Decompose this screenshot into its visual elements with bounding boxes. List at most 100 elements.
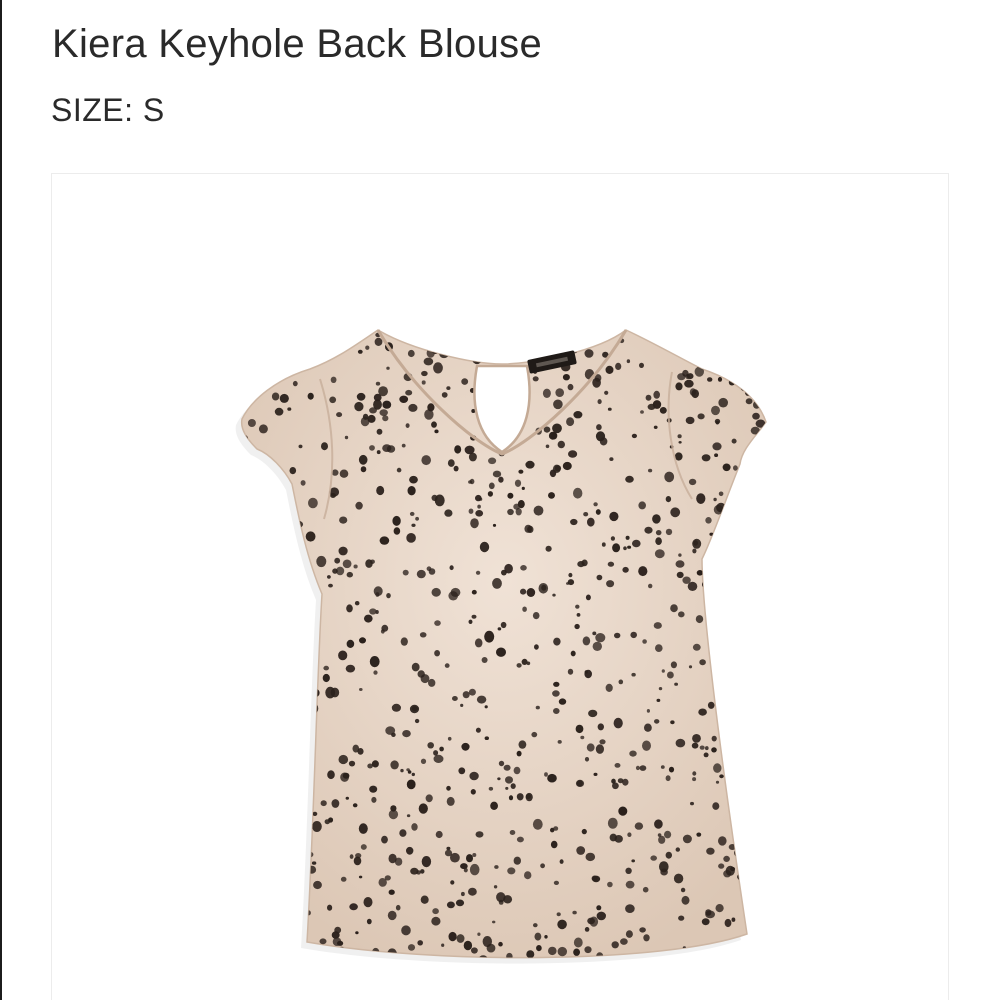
polka-dot	[481, 657, 488, 663]
polka-dot	[712, 442, 722, 451]
polka-dot	[718, 397, 728, 408]
polka-dot	[743, 461, 751, 469]
polka-dot	[548, 492, 555, 499]
polka-dot	[756, 943, 764, 950]
polka-dot	[399, 829, 407, 837]
polka-dot	[293, 624, 301, 631]
polka-dot	[388, 889, 395, 895]
polka-dot	[711, 747, 717, 753]
polka-dot	[241, 384, 245, 396]
polka-dot	[573, 411, 583, 419]
polka-dot	[468, 688, 476, 696]
polka-dot	[687, 581, 698, 591]
polka-dot	[773, 818, 778, 823]
polka-dot	[585, 594, 591, 601]
polka-dot	[688, 665, 693, 669]
polka-dot	[762, 480, 766, 489]
polka-dot	[394, 857, 403, 866]
polka-dot	[420, 758, 427, 764]
polka-dot	[241, 465, 243, 473]
polka-dot	[650, 855, 657, 861]
polka-dot	[388, 809, 399, 820]
polka-dot	[431, 494, 438, 501]
polka-dot	[461, 742, 470, 751]
polka-dot	[631, 433, 638, 439]
polka-dot	[378, 878, 387, 887]
polka-dot	[379, 536, 390, 545]
polka-dot	[736, 369, 745, 379]
polka-dot	[550, 840, 558, 849]
polka-dot	[284, 806, 289, 811]
polka-dot	[678, 553, 682, 557]
polka-dot	[246, 499, 252, 505]
polka-dot	[644, 526, 653, 534]
polka-dot	[627, 832, 632, 837]
polka-dot	[283, 874, 290, 881]
polka-dot	[642, 886, 649, 893]
polka-dot	[521, 658, 528, 665]
polka-dot	[592, 631, 597, 636]
polka-dot	[401, 443, 406, 448]
polka-dot	[406, 846, 414, 855]
polka-dot	[682, 834, 692, 844]
polka-dot	[312, 811, 318, 817]
polka-dot	[691, 742, 699, 749]
polka-dot	[247, 419, 256, 427]
polka-dot	[235, 630, 242, 635]
polka-dot	[576, 613, 581, 617]
product-image[interactable]	[51, 173, 949, 1000]
polka-dot	[648, 583, 653, 589]
polka-dot	[369, 656, 380, 668]
polka-dot	[740, 703, 749, 713]
polka-dot	[428, 568, 436, 575]
polka-dot	[763, 863, 766, 870]
polka-dot	[241, 670, 243, 676]
polka-dot	[253, 917, 258, 922]
polka-dot	[558, 698, 567, 705]
polka-dot	[612, 782, 619, 790]
polka-dot	[237, 333, 241, 337]
polka-dot	[311, 861, 317, 865]
polka-dot	[741, 956, 745, 958]
polka-dot	[298, 444, 303, 449]
polka-dot	[562, 461, 572, 471]
polka-dot	[613, 717, 623, 729]
polka-dot	[756, 487, 765, 495]
polka-dot	[609, 511, 619, 522]
polka-dot	[609, 457, 614, 461]
polka-dot	[638, 501, 646, 510]
polka-dot	[661, 669, 665, 673]
polka-dot	[588, 337, 595, 344]
polka-dot	[596, 911, 606, 921]
polka-dot	[740, 383, 748, 391]
product-title: Kiera Keyhole Back Blouse	[52, 22, 542, 66]
polka-dot	[460, 863, 468, 870]
polka-dot	[552, 593, 556, 597]
polka-dot	[517, 967, 526, 978]
polka-dot	[587, 517, 595, 527]
polka-dot	[759, 826, 766, 836]
polka-dot	[241, 945, 246, 950]
polka-dot	[770, 799, 778, 808]
polka-dot	[562, 330, 571, 338]
polka-dot	[458, 767, 466, 775]
polka-dot	[273, 477, 278, 481]
polka-dot	[678, 611, 685, 618]
polka-dot	[647, 403, 656, 410]
polka-dot	[682, 576, 691, 584]
left-divider	[0, 0, 2, 1000]
polka-dot	[497, 627, 502, 631]
polka-dot	[614, 632, 621, 639]
polka-dot	[723, 628, 729, 635]
polka-dot	[258, 376, 265, 384]
polka-dot	[774, 444, 778, 447]
polka-dot	[741, 748, 748, 755]
polka-dot	[643, 934, 650, 942]
polka-dot	[395, 904, 401, 911]
polka-dot	[642, 740, 651, 751]
polka-dot	[392, 515, 401, 526]
polka-dot	[446, 796, 455, 806]
polka-dot	[593, 772, 598, 777]
polka-dot	[313, 880, 322, 890]
polka-dot	[660, 868, 668, 876]
